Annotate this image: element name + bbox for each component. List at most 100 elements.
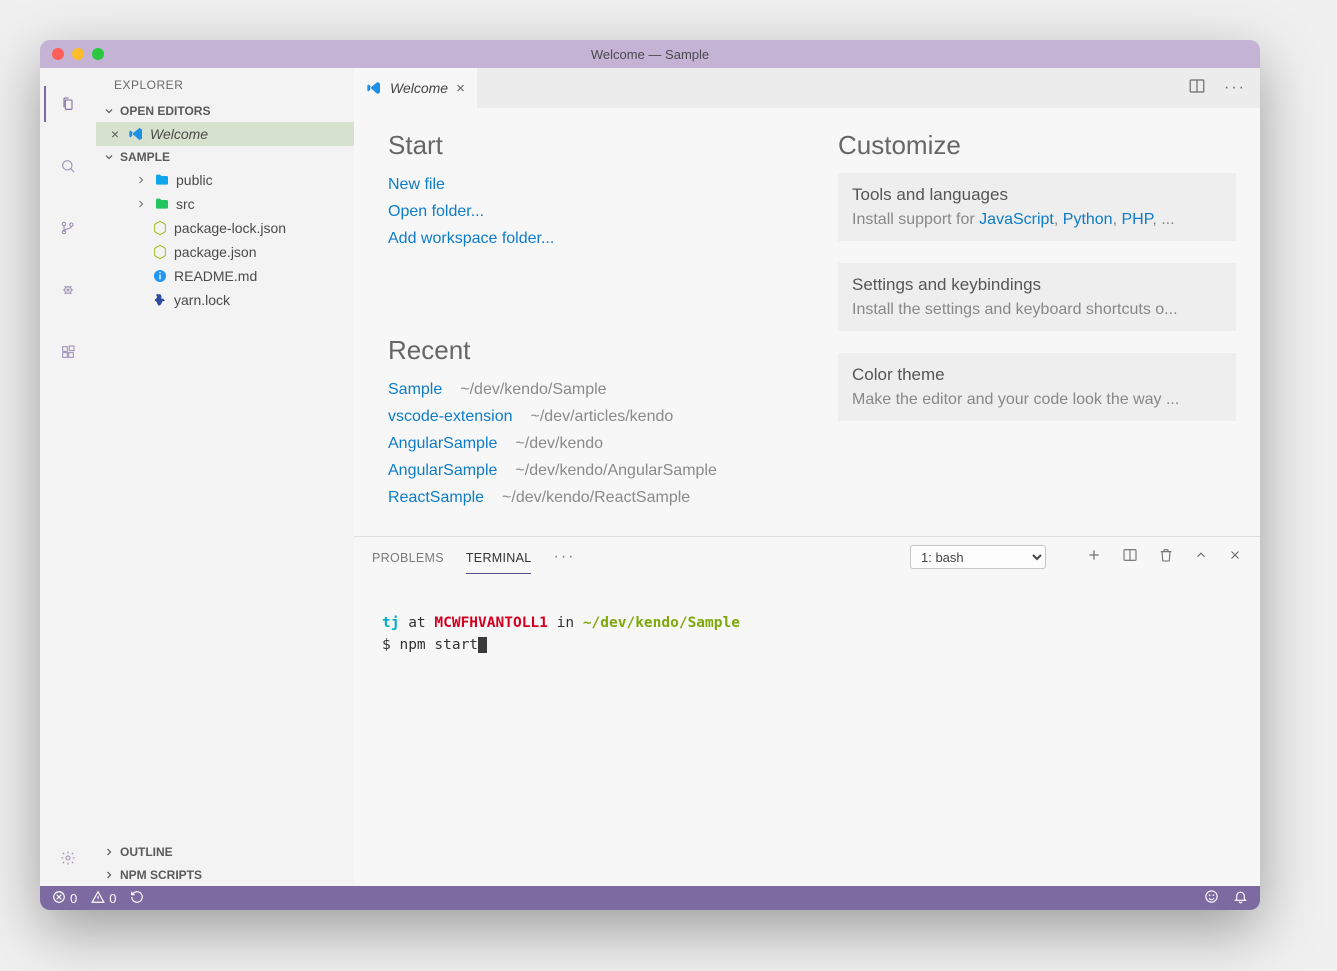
link-python[interactable]: Python bbox=[1063, 211, 1113, 228]
recent-item[interactable]: ReactSample ~/dev/kendo/ReactSample bbox=[388, 484, 748, 511]
customize-theme-card[interactable]: Color theme Make the editor and your cod… bbox=[838, 353, 1236, 421]
status-errors[interactable]: 0 bbox=[52, 890, 77, 907]
status-notifications[interactable] bbox=[1233, 889, 1248, 907]
npm-scripts-section[interactable]: NPM SCRIPTS bbox=[96, 863, 354, 886]
status-tasks[interactable] bbox=[130, 890, 144, 907]
traffic-lights bbox=[52, 48, 104, 60]
recent-name[interactable]: vscode-extension bbox=[388, 403, 513, 430]
chevron-right-icon bbox=[102, 845, 116, 859]
customize-settings-card[interactable]: Settings and keybindings Install the set… bbox=[838, 263, 1236, 331]
split-terminal-button[interactable] bbox=[1122, 547, 1138, 568]
start-new-file[interactable]: New file bbox=[388, 171, 748, 198]
file-yarn-lock[interactable]: yarn.lock bbox=[96, 288, 354, 312]
start-add-workspace[interactable]: Add workspace folder... bbox=[388, 225, 748, 252]
folder-label: src bbox=[176, 196, 195, 212]
close-icon[interactable]: × bbox=[108, 126, 122, 142]
open-editors-section[interactable]: OPEN EDITORS bbox=[96, 100, 354, 122]
recent-name[interactable]: AngularSample bbox=[388, 430, 497, 457]
workspace-section[interactable]: SAMPLE bbox=[96, 146, 354, 168]
statusbar: 0 0 bbox=[40, 886, 1260, 910]
terminal-output[interactable]: tj at MCWFHVANTOLL1 in ~/dev/kendo/Sampl… bbox=[354, 577, 1260, 886]
branch-icon bbox=[60, 220, 76, 236]
panel-tab-terminal[interactable]: TERMINAL bbox=[466, 541, 532, 574]
folder-public[interactable]: public bbox=[96, 168, 354, 192]
tab-welcome[interactable]: Welcome × bbox=[354, 68, 477, 108]
open-editor-welcome[interactable]: × Welcome bbox=[96, 122, 354, 146]
file-label: yarn.lock bbox=[174, 292, 230, 308]
welcome-page: Start New file Open folder... Add worksp… bbox=[354, 108, 1260, 536]
status-feedback[interactable] bbox=[1204, 889, 1219, 907]
customize-settings-body: Install the settings and keyboard shortc… bbox=[852, 301, 1222, 319]
vscode-icon bbox=[128, 126, 144, 142]
activity-explorer[interactable] bbox=[44, 80, 92, 128]
outline-section[interactable]: OUTLINE bbox=[96, 840, 354, 863]
close-panel-button[interactable] bbox=[1228, 548, 1242, 567]
panel-more-tabs[interactable]: ··· bbox=[553, 548, 575, 566]
recent-name[interactable]: ReactSample bbox=[388, 484, 484, 511]
editor-group: Welcome × ··· Start New file Open folder… bbox=[354, 68, 1260, 886]
chevron-down-icon bbox=[102, 150, 116, 164]
warning-icon bbox=[91, 890, 105, 907]
more-actions-button[interactable]: ··· bbox=[1224, 79, 1246, 97]
maximize-panel-button[interactable] bbox=[1194, 548, 1208, 567]
new-terminal-button[interactable] bbox=[1086, 547, 1102, 568]
status-warnings[interactable]: 0 bbox=[91, 890, 116, 907]
folder-icon bbox=[154, 172, 170, 188]
activity-search[interactable] bbox=[44, 142, 92, 190]
chevron-right-icon bbox=[134, 197, 148, 211]
app-window: Welcome — Sample bbox=[40, 40, 1260, 910]
bottom-panel: PROBLEMS TERMINAL ··· 1: bash bbox=[354, 536, 1260, 886]
recent-item[interactable]: Sample~/dev/kendo/Sample bbox=[388, 376, 748, 403]
chevron-right-icon bbox=[134, 173, 148, 187]
info-icon bbox=[152, 268, 168, 284]
customize-tools-card[interactable]: Tools and languages Install support for … bbox=[838, 173, 1236, 241]
activity-scm[interactable] bbox=[44, 204, 92, 252]
yarn-icon bbox=[152, 292, 168, 308]
recent-item[interactable]: AngularSample ~/dev/kendo/AngularSample bbox=[388, 457, 748, 484]
file-label: README.md bbox=[174, 268, 257, 284]
terminal-select[interactable]: 1: bash bbox=[910, 545, 1046, 569]
link-php[interactable]: PHP bbox=[1121, 211, 1152, 228]
customize-theme-title: Color theme bbox=[852, 365, 1222, 385]
file-package-json[interactable]: package.json bbox=[96, 240, 354, 264]
customize-tools-title: Tools and languages bbox=[852, 185, 1222, 205]
activity-settings[interactable] bbox=[44, 834, 92, 882]
search-icon bbox=[60, 158, 76, 174]
recent-path: ~/dev/articles/kendo bbox=[531, 403, 674, 430]
history-icon bbox=[130, 890, 144, 907]
smiley-icon bbox=[1204, 889, 1219, 907]
activity-debug[interactable] bbox=[44, 266, 92, 314]
start-open-folder[interactable]: Open folder... bbox=[388, 198, 748, 225]
recent-name[interactable]: Sample bbox=[388, 376, 442, 403]
start-heading: Start bbox=[388, 130, 748, 161]
close-window-button[interactable] bbox=[52, 48, 64, 60]
editor-tabbar: Welcome × ··· bbox=[354, 68, 1260, 108]
kill-terminal-button[interactable] bbox=[1158, 547, 1174, 568]
recent-path: ~/dev/kendo/ReactSample bbox=[502, 484, 690, 511]
panel-tab-problems[interactable]: PROBLEMS bbox=[372, 541, 444, 573]
folder-src[interactable]: src bbox=[96, 192, 354, 216]
recent-name[interactable]: AngularSample bbox=[388, 457, 497, 484]
window-title: Welcome — Sample bbox=[591, 47, 709, 62]
file-readme[interactable]: README.md bbox=[96, 264, 354, 288]
recent-path: ~/dev/kendo/AngularSample bbox=[515, 457, 716, 484]
open-editors-label: OPEN EDITORS bbox=[120, 104, 210, 118]
recent-item[interactable]: AngularSample~/dev/kendo bbox=[388, 430, 748, 457]
nodejs-icon bbox=[152, 220, 168, 236]
split-editor-button[interactable] bbox=[1188, 77, 1206, 100]
close-icon[interactable]: × bbox=[456, 80, 465, 97]
file-label: package.json bbox=[174, 244, 257, 260]
panel-tabs: PROBLEMS TERMINAL ··· 1: bash bbox=[354, 537, 1260, 577]
error-icon bbox=[52, 890, 66, 907]
link-javascript[interactable]: JavaScript bbox=[979, 211, 1054, 228]
minimize-window-button[interactable] bbox=[72, 48, 84, 60]
recent-item[interactable]: vscode-extension ~/dev/articles/kendo bbox=[388, 403, 748, 430]
open-editor-label: Welcome bbox=[150, 126, 208, 142]
files-icon bbox=[60, 96, 76, 112]
window-body: EXPLORER OPEN EDITORS × Welcome bbox=[40, 68, 1260, 886]
zoom-window-button[interactable] bbox=[92, 48, 104, 60]
extensions-icon bbox=[60, 344, 76, 360]
activity-extensions[interactable] bbox=[44, 328, 92, 376]
vscode-icon bbox=[366, 80, 382, 96]
file-package-lock[interactable]: package-lock.json bbox=[96, 216, 354, 240]
